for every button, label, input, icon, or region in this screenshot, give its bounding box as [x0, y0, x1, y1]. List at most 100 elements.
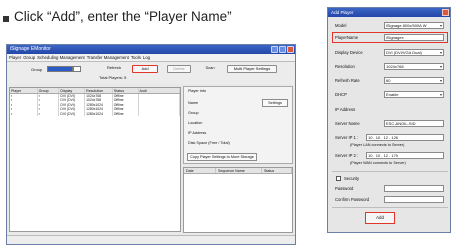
log-column-status[interactable]: Status — [262, 168, 292, 173]
menu-transfer[interactable]: Transfer Management — [87, 54, 129, 61]
info-name-label: Name — [188, 101, 199, 105]
log-column-date[interactable]: Date — [184, 168, 216, 173]
minimize-icon[interactable] — [271, 46, 278, 53]
log-column-sequence[interactable]: Sequence Name — [216, 168, 262, 173]
refresh-rate-label: Refresh Rate — [335, 78, 360, 83]
status-bar — [7, 235, 295, 244]
menu-group[interactable]: Group — [23, 54, 35, 61]
security-label: Security — [344, 176, 360, 181]
server-ip1-input[interactable]: 10 . 10 . 12 . 126 — [366, 134, 444, 141]
group-select[interactable] — [47, 66, 73, 72]
delete-button[interactable]: Delete — [167, 65, 191, 73]
settings-button[interactable]: Settings — [262, 99, 288, 107]
table-cell: ▪ — [38, 111, 60, 116]
close-icon[interactable] — [442, 9, 449, 16]
model-label: Model — [335, 23, 347, 28]
table-cell: Offline — [113, 111, 139, 116]
total-players: Total Players: 5 — [99, 75, 127, 80]
table-cell: DVI (DVI) — [59, 111, 86, 116]
menu-log[interactable]: Log — [143, 54, 150, 61]
dhcp-label: DHCP — [335, 92, 347, 97]
menu-tools[interactable]: Tools — [131, 54, 141, 61]
main-window-title: iSignage EMonitor — [10, 46, 51, 52]
chevron-down-icon: ▾ — [439, 50, 442, 55]
column-header[interactable]: Resolution — [85, 88, 113, 93]
dialog-add-button[interactable]: Add — [365, 212, 395, 224]
main-window: iSignage EMonitor Player Group Schedulin… — [6, 44, 296, 245]
log-table-header: Date Sequence Name Status — [184, 168, 292, 174]
dialog-titlebar: Add Player — [328, 8, 450, 17]
chevron-down-icon: ▾ — [439, 78, 442, 83]
info-group-label: Group — [188, 111, 199, 115]
refresh-button[interactable]: Refresh — [103, 65, 125, 73]
close-icon[interactable] — [287, 46, 294, 53]
bullet-icon — [3, 16, 9, 22]
server-name-input[interactable]: ESC-ANOIL-SID — [384, 120, 444, 127]
add-button[interactable]: Add — [132, 65, 158, 73]
server-ip2-label: Server IP 2 : — [335, 153, 359, 158]
instruction-caption: Click “Add”, enter the “Player Name” — [3, 9, 232, 24]
divider — [332, 207, 448, 208]
model-value: iSignage 800x/500A W — [386, 23, 427, 28]
toolbar: Group Refresh Total Players: 5 Add Delet… — [7, 62, 295, 84]
dialog-title: Add Player — [331, 10, 354, 15]
table-row[interactable]: ▪ ▪ DVI (DVI) 1280x1024 Offline — [10, 111, 180, 116]
model-select[interactable]: iSignage 800x/500A W ▾ — [384, 22, 444, 29]
display-device-select[interactable]: DVI (DVI/VGA Dual) ▾ — [384, 49, 444, 56]
server-ip2-input[interactable]: 10 . 10 . 12 . 170 — [366, 152, 444, 159]
server-ip2-value: 10 . 10 . 12 . 170 — [368, 153, 399, 158]
table-cell: 1280x1024 — [85, 111, 113, 116]
menu-player[interactable]: Player — [9, 54, 21, 61]
resolution-select[interactable]: 1024x768 ▾ — [384, 63, 444, 70]
table-cell: ▪ — [10, 111, 38, 116]
server-ip1-value: 10 . 10 . 12 . 126 — [368, 135, 399, 140]
player-info-title: Player Info — [188, 89, 207, 93]
table-cell — [139, 111, 180, 116]
display-device-value: DVI (DVI/VGA Dual) — [386, 50, 422, 55]
group-label: Group — [31, 67, 43, 72]
confirm-password-label: Confirm Password — [335, 197, 370, 202]
add-player-dialog: Add Player Model iSignage 800x/500A W ▾ P… — [327, 7, 451, 233]
caption-text: Click “Add”, enter the “Player Name” — [14, 9, 232, 24]
refresh-rate-select[interactable]: 60 ▾ — [384, 77, 444, 84]
server-name-label: Server Name — [335, 121, 360, 126]
security-checkbox[interactable] — [336, 176, 341, 181]
display-device-label: Display Device — [335, 50, 363, 55]
server-ip1-label: Server IP 1 : — [335, 135, 359, 140]
chevron-down-icon: ▾ — [439, 23, 442, 28]
server-name-value: ESC-ANOIL-SID — [386, 121, 416, 126]
column-header[interactable]: Audi — [139, 88, 180, 93]
column-header[interactable]: Status — [113, 88, 139, 93]
info-location-label: Location — [188, 121, 203, 125]
copy-settings-button[interactable]: Copy Player Settings to More Storage — [187, 153, 257, 161]
column-header[interactable]: Player — [10, 88, 38, 93]
dhcp-select[interactable]: Enable ▾ — [384, 91, 444, 98]
player-name-input[interactable]: iSignagex — [384, 34, 444, 41]
info-disk-label: Disk Space (Free / Total) — [188, 141, 230, 145]
ip-address-label: IP Address — [335, 107, 356, 112]
group-select-dropdown[interactable] — [73, 66, 81, 72]
chevron-down-icon: ▾ — [439, 64, 442, 69]
main-window-titlebar: iSignage EMonitor — [7, 45, 295, 54]
password-input[interactable] — [384, 185, 444, 192]
info-ip-label: IP Address — [188, 131, 207, 135]
chevron-down-icon: ▾ — [439, 92, 442, 97]
refresh-rate-value: 60 — [386, 78, 391, 83]
maximize-icon[interactable] — [279, 46, 286, 53]
server-ip2-note: (Player WAN connects to Server) — [350, 161, 406, 165]
menu-bar: Player Group Scheduling Management Trans… — [7, 54, 295, 62]
column-header[interactable]: Display — [59, 88, 86, 93]
dhcp-value: Enable — [386, 92, 399, 97]
log-table: Date Sequence Name Status — [183, 167, 293, 233]
divider — [332, 171, 448, 172]
menu-scheduling[interactable]: Scheduling Management — [37, 54, 85, 61]
scan-button[interactable]: Scan — [199, 65, 221, 73]
player-name-label: PlayerName — [335, 35, 359, 40]
confirm-password-input[interactable] — [384, 196, 444, 203]
password-label: Password — [335, 186, 354, 191]
server-ip1-note: (Player LAN connects to Server) — [350, 143, 405, 147]
multi-player-settings-button[interactable]: Multi Player Settings — [227, 65, 277, 73]
column-header[interactable]: Group — [38, 88, 60, 93]
player-table: Player Group Display Resolution Status A… — [9, 87, 181, 232]
resolution-value: 1024x768 — [386, 64, 404, 69]
